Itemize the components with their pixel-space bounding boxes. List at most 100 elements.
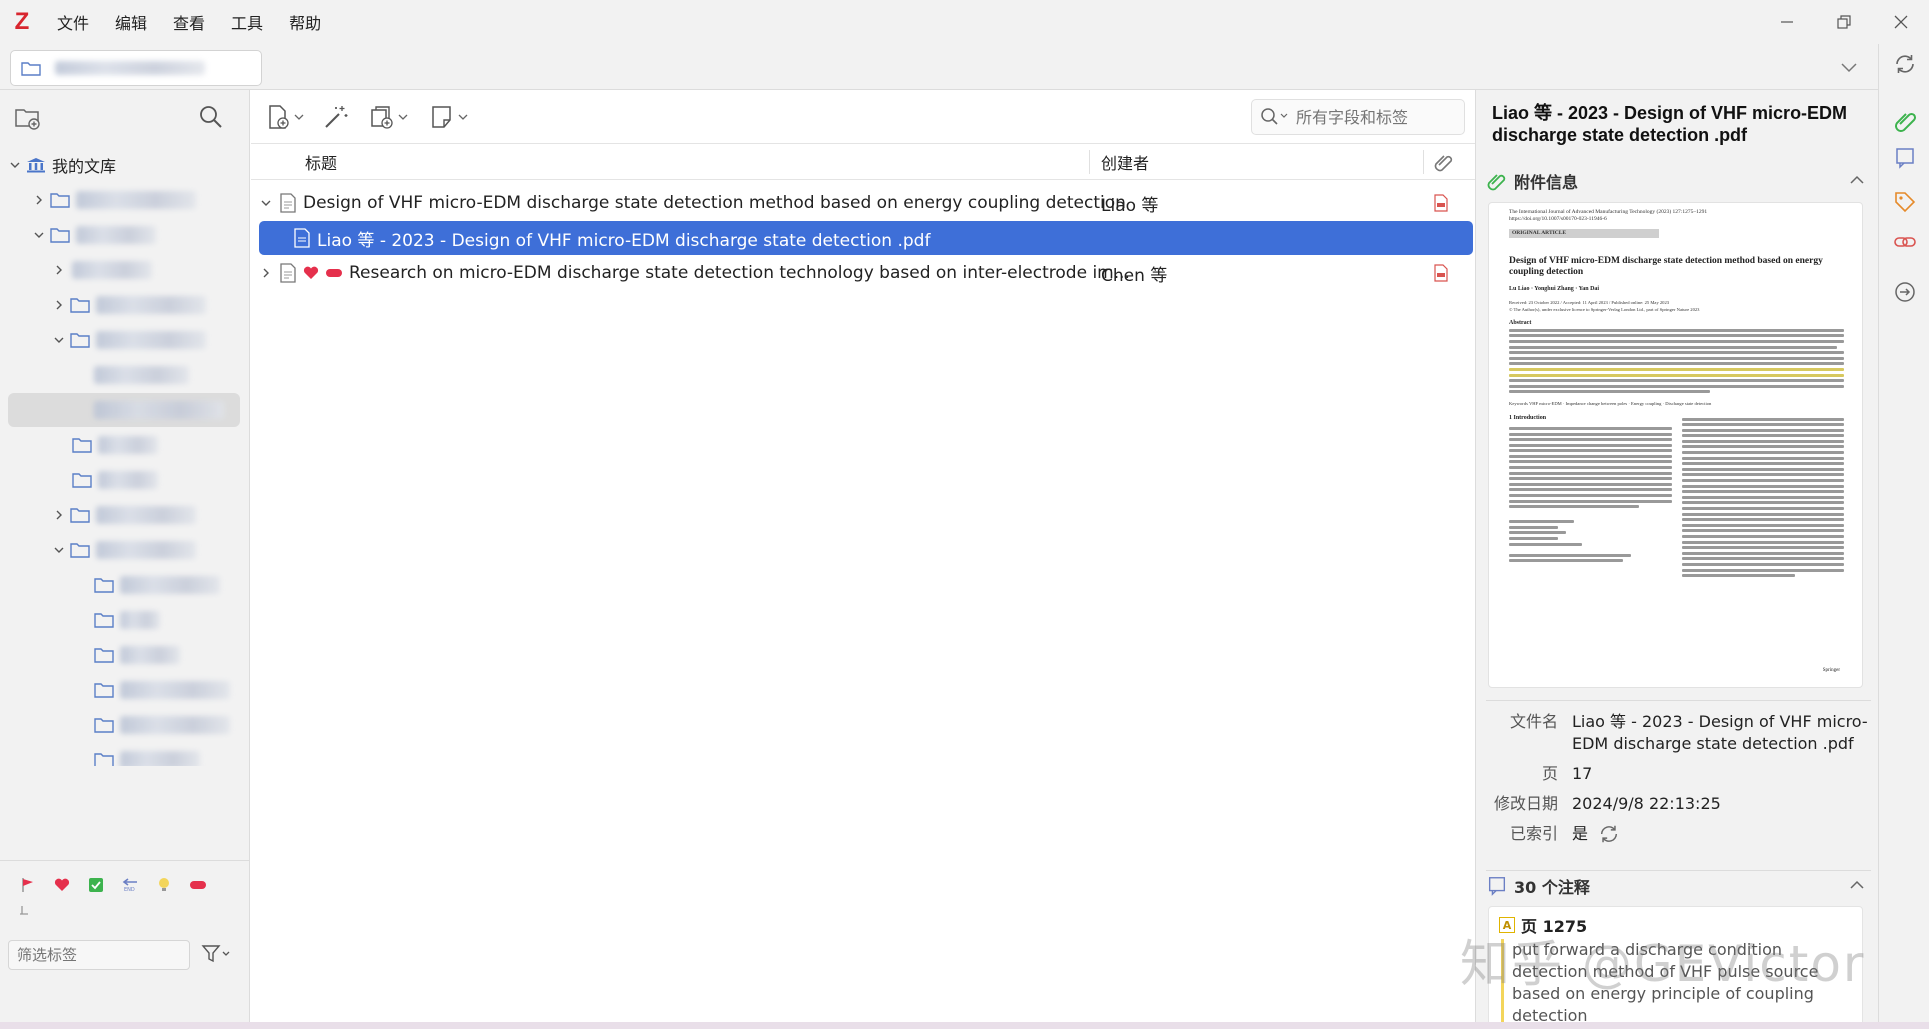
tree-collection[interactable]: [8, 638, 240, 672]
tree-collection[interactable]: [8, 673, 240, 707]
menu-view[interactable]: 查看: [160, 0, 218, 44]
tree-collection[interactable]: [8, 428, 240, 462]
item-title: Research on micro-EDM discharge state de…: [349, 263, 1130, 283]
column-divider[interactable]: [1423, 150, 1424, 174]
folder-icon: [70, 333, 90, 348]
attachment-icon: [1895, 112, 1917, 132]
attachment-info-header[interactable]: 附件信息: [1486, 166, 1871, 196]
tree-collection[interactable]: [8, 463, 240, 497]
folder-icon: [70, 508, 90, 523]
pdf-icon[interactable]: [1433, 194, 1449, 217]
folder-icon: [94, 683, 114, 698]
chevron-right-icon[interactable]: [259, 266, 273, 280]
new-note-icon: [432, 106, 451, 128]
heart-tag-icon: [303, 266, 319, 279]
tree-collection[interactable]: [8, 323, 240, 357]
tree-collection[interactable]: [8, 708, 240, 742]
chevron-down-icon[interactable]: [52, 333, 66, 347]
item-row[interactable]: Research on micro-EDM discharge state de…: [259, 256, 1473, 290]
collection-label-redacted: [72, 261, 152, 279]
annotations-header[interactable]: 30 个注释: [1486, 870, 1871, 900]
tag-actions-button[interactable]: [198, 942, 234, 966]
tree-collection[interactable]: [8, 358, 240, 392]
menu-help[interactable]: 帮助: [276, 0, 334, 44]
pdf-preview[interactable]: The International Journal of Advanced Ma…: [1488, 202, 1863, 688]
add-attachment-button[interactable]: [369, 102, 408, 132]
column-attachments[interactable]: [1433, 151, 1455, 177]
tree-collection[interactable]: [8, 183, 240, 217]
reindex-icon[interactable]: [1598, 823, 1620, 845]
column-divider[interactable]: [1089, 150, 1090, 174]
folder-icon: [50, 193, 70, 208]
attachment-metadata: 文件名 Liao 等 - 2023 - Design of VHF micro-…: [1486, 700, 1871, 853]
tag-filter-input[interactable]: [8, 940, 190, 970]
filter-icon: [201, 945, 230, 963]
column-creator[interactable]: 创建者: [1101, 150, 1149, 174]
item-row-selected[interactable]: Liao 等 - 2023 - Design of VHF micro-EDM …: [259, 221, 1473, 255]
restore-button[interactable]: [1815, 0, 1872, 44]
menu-edit[interactable]: 编辑: [102, 0, 160, 44]
tree-collection[interactable]: [8, 568, 240, 602]
annotation-icon: [1896, 148, 1914, 169]
new-item-button[interactable]: [265, 102, 304, 132]
item-search[interactable]: [1251, 99, 1465, 135]
add-attachment-icon: [371, 106, 393, 129]
chevron-right-icon[interactable]: [52, 508, 66, 522]
checkbox-tag-icon[interactable]: [86, 877, 106, 893]
library-tab[interactable]: [10, 50, 262, 86]
chevron-right-icon[interactable]: [52, 263, 66, 277]
chevron-down-icon[interactable]: [32, 228, 46, 242]
lightbulb-tag-icon[interactable]: [154, 877, 174, 893]
locate-nav[interactable]: [1891, 278, 1919, 306]
related-nav[interactable]: [1891, 228, 1919, 256]
preview-doi: https://doi.org/10.1007/s00170-023-11946…: [1509, 216, 1607, 222]
back-arrow-tag-icon[interactable]: END: [120, 877, 140, 893]
flag-tag-icon[interactable]: [18, 877, 38, 893]
heart-tag-icon[interactable]: [52, 877, 72, 893]
collections-pane: 我的文库 END 筛选标签: [0, 90, 250, 1029]
chevron-down-icon[interactable]: [8, 158, 22, 172]
tabs-menu-button[interactable]: [1838, 56, 1860, 78]
tree-collection[interactable]: [8, 743, 240, 766]
minimize-button[interactable]: [1758, 0, 1815, 44]
annotation-card[interactable]: A 页 1275 put forward a discharge conditi…: [1488, 906, 1863, 1029]
sync-button[interactable]: [1891, 50, 1919, 78]
item-row[interactable]: Design of VHF micro-EDM discharge state …: [259, 186, 1473, 220]
menu-tools[interactable]: 工具: [218, 0, 276, 44]
annotations-nav[interactable]: [1891, 144, 1919, 172]
tree-collection-selected[interactable]: [8, 393, 240, 427]
search-icon: [1261, 108, 1288, 125]
menu-file[interactable]: 文件: [44, 0, 102, 44]
chevron-up-icon[interactable]: [1849, 174, 1865, 186]
attachment-info-nav[interactable]: [1891, 106, 1919, 134]
new-note-button[interactable]: [429, 102, 468, 132]
tree-my-library[interactable]: 我的文库: [8, 148, 240, 182]
tree-collection[interactable]: [8, 498, 240, 532]
search-input[interactable]: [1296, 107, 1456, 127]
chevron-right-icon[interactable]: [32, 193, 46, 207]
chevron-up-icon[interactable]: [1849, 879, 1865, 891]
tree-collection[interactable]: [8, 603, 240, 637]
collection-label-redacted: [94, 401, 224, 419]
chevron-down-icon: [1841, 63, 1857, 73]
close-button[interactable]: [1872, 0, 1929, 44]
tags-nav[interactable]: [1891, 188, 1919, 216]
column-title[interactable]: 标题: [305, 150, 337, 174]
tree-collection[interactable]: [8, 533, 240, 567]
tree-collection[interactable]: [8, 288, 240, 322]
tree-collection[interactable]: [8, 253, 240, 287]
chevron-down-icon[interactable]: [259, 196, 273, 210]
tree-collection[interactable]: [8, 218, 240, 252]
new-collection-button[interactable]: [14, 104, 42, 132]
label-tag-icon[interactable]: [188, 877, 208, 893]
folder-icon: [72, 473, 92, 488]
chevron-right-icon[interactable]: [52, 298, 66, 312]
collection-search-button[interactable]: [198, 104, 226, 132]
preview-license: © The Author(s), under exclusive licence…: [1509, 306, 1700, 312]
item-creator: Liao 等: [1101, 195, 1159, 216]
preview-title: Design of VHF micro-EDM discharge state …: [1509, 256, 1823, 277]
add-by-identifier-button[interactable]: [323, 102, 349, 132]
chevron-down-icon[interactable]: [52, 543, 66, 557]
pdf-icon[interactable]: [1433, 264, 1449, 287]
more-tags-icon[interactable]: [18, 901, 30, 915]
